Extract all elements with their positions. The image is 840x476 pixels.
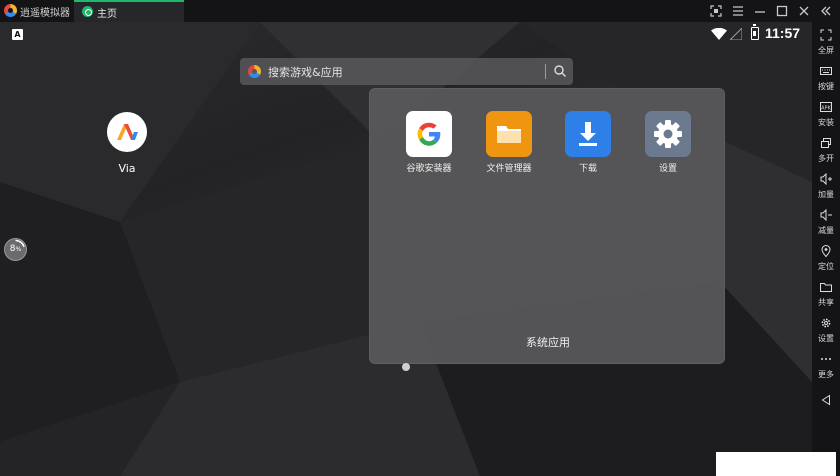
apk-icon: APK — [820, 102, 832, 112]
tab-home-label: 主页 — [97, 9, 117, 20]
folder-app-label: 谷歌安装器 — [406, 164, 452, 174]
screenshot-icon[interactable] — [708, 3, 724, 19]
app-logo-icon — [4, 4, 17, 17]
volume-down-icon — [820, 209, 832, 221]
google-icon — [406, 111, 452, 157]
search-logo-icon — [248, 65, 261, 78]
menu-icon[interactable] — [730, 3, 746, 19]
toolbar-multi-instance-button[interactable]: 多开 — [812, 134, 840, 170]
search-divider — [545, 64, 546, 79]
signal-icon — [730, 28, 742, 40]
multi-window-icon — [821, 138, 831, 148]
folder-app-label: 下载 — [578, 164, 597, 174]
toolbar-more-button[interactable]: 更多 — [812, 350, 840, 386]
download-icon — [565, 111, 611, 157]
toolbar-volume-up-button[interactable]: 加量 — [812, 170, 840, 206]
keyboard-icon — [820, 67, 832, 75]
toolbar-label: 设置 — [818, 334, 834, 343]
page-indicator-dot — [402, 363, 410, 371]
desktop-app-via[interactable]: Via — [104, 112, 150, 182]
toolbar-label: 多开 — [818, 154, 834, 163]
search-input[interactable]: 搜索游戏&应用 — [268, 64, 343, 80]
toolbar-label: 定位 — [818, 262, 834, 271]
via-icon — [107, 112, 147, 152]
notification-a-icon: A — [12, 29, 23, 40]
folder-name[interactable]: 系统应用 — [370, 334, 726, 350]
toolbar-label: 共享 — [818, 298, 834, 307]
desktop-app-label: Via — [118, 162, 136, 175]
toolbar-install-button[interactable]: APK 安装 — [812, 98, 840, 134]
folder-popup: 谷歌安装器 文件管理器 下载 设置 系统应用 — [369, 88, 725, 364]
gear-icon — [645, 111, 691, 157]
folder-app-settings[interactable]: 设置 — [638, 111, 698, 175]
toolbar-label: 全屏 — [818, 46, 834, 55]
progress-widget[interactable]: 8% — [4, 238, 27, 261]
folder-app-label: 文件管理器 — [486, 164, 532, 174]
close-icon[interactable] — [796, 3, 812, 19]
toolbar-share-button[interactable]: 共享 — [812, 278, 840, 314]
nav-back-button[interactable] — [812, 392, 840, 428]
minimize-icon[interactable] — [752, 3, 768, 19]
toolbar-settings-button[interactable]: 设置 — [812, 314, 840, 350]
volume-up-icon — [820, 173, 832, 185]
collapse-icon[interactable] — [818, 3, 834, 19]
app-title: 逍遥模拟器 — [20, 8, 70, 19]
tab-home[interactable]: 主页 — [74, 0, 184, 22]
android-screen[interactable]: A 11:57 搜索游戏&应用 Via 8% 谷歌安装器 文件管理器 下载 设置… — [0, 22, 812, 476]
more-icon — [821, 358, 831, 360]
toolbar-label: 加量 — [818, 190, 834, 199]
wifi-icon — [711, 28, 727, 40]
status-clock: 11:57 — [765, 25, 801, 41]
share-folder-icon — [820, 283, 832, 292]
search-icon[interactable] — [553, 64, 567, 78]
side-toolbar: 全屏 按键 APK 安装 多开 加量 减量 定位 共享 设置 更多 — [812, 22, 840, 476]
back-icon — [821, 394, 830, 406]
settings-icon — [821, 318, 831, 328]
progress-value: 8% — [9, 244, 22, 254]
overlay-panel — [716, 452, 836, 476]
svg-text:APK: APK — [821, 106, 831, 112]
toolbar-label: 安装 — [818, 118, 834, 127]
folder-app-label: 设置 — [658, 164, 677, 174]
toolbar-label: 减量 — [818, 226, 834, 235]
toolbar-keymap-button[interactable]: 按键 — [812, 62, 840, 98]
toolbar-label: 更多 — [818, 370, 834, 379]
battery-icon — [751, 24, 759, 40]
location-icon — [821, 245, 831, 257]
toolbar-location-button[interactable]: 定位 — [812, 242, 840, 278]
toolbar-fullscreen-button[interactable]: 全屏 — [812, 26, 840, 62]
maximize-icon[interactable] — [774, 3, 790, 19]
folder-app-file-manager[interactable]: 文件管理器 — [479, 111, 539, 175]
toolbar-volume-down-button[interactable]: 减量 — [812, 206, 840, 242]
home-tab-icon — [82, 6, 93, 17]
folder-icon — [486, 111, 532, 157]
search-bar[interactable]: 搜索游戏&应用 — [240, 58, 573, 85]
toolbar-label: 按键 — [818, 82, 834, 91]
folder-app-download[interactable]: 下载 — [558, 111, 618, 175]
title-bar: 逍遥模拟器 主页 — [0, 0, 840, 22]
fullscreen-icon — [820, 29, 832, 41]
folder-app-google-installer[interactable]: 谷歌安装器 — [399, 111, 459, 175]
